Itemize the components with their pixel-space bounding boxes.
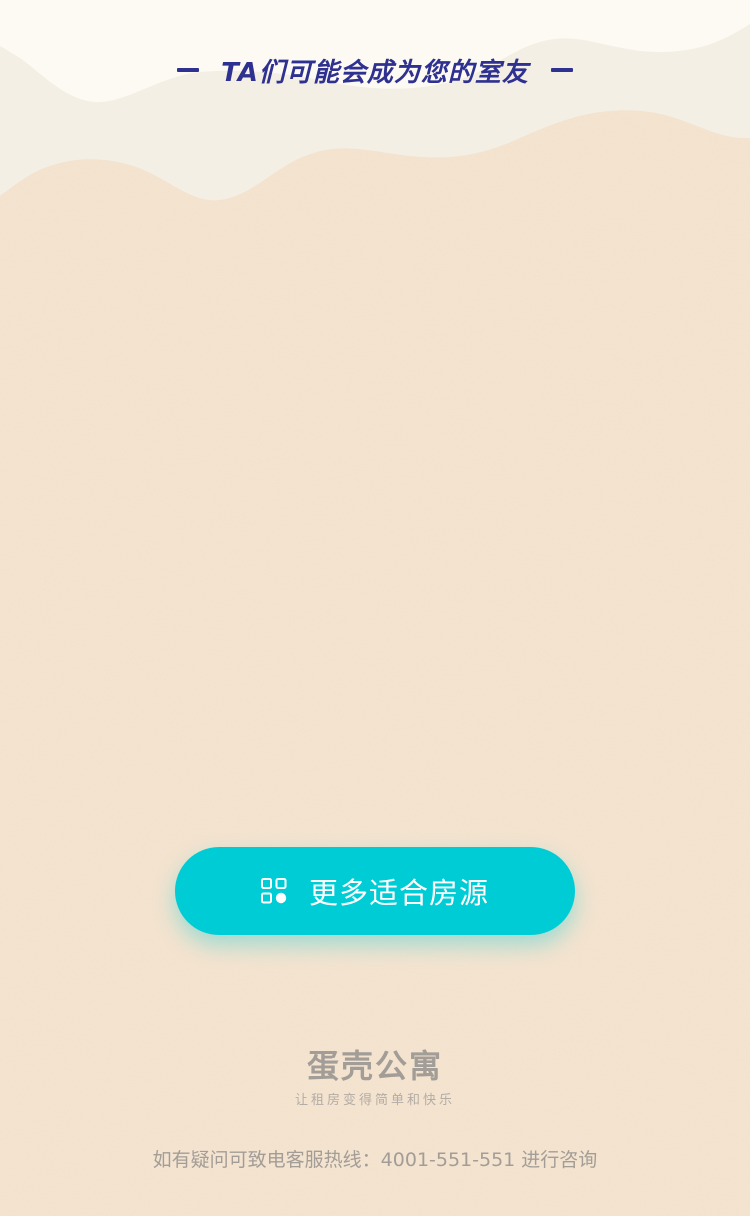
customer-service-hotline: 如有疑问可致电客服热线：4001-551-551 进行咨询 — [152, 1149, 598, 1171]
more-listings-label: 更多适合房源 — [308, 876, 489, 910]
grid-apps-icon — [260, 878, 287, 904]
more-listings-button[interactable]: 更多适合房源 — [175, 847, 575, 935]
title-left-dash — [177, 68, 200, 72]
section-title: TA们可能会成为您的室友 — [0, 50, 750, 90]
background-waves — [0, 0, 750, 1216]
page: TA们可能会成为您的室友 更多适合房源 蛋壳公寓 让租房变得简单和快乐 如有疑问… — [0, 0, 750, 1216]
brand-logo: 蛋壳公寓 让租房变得简单和快乐 — [0, 1046, 750, 1111]
brand-slogan: 让租房变得简单和快乐 — [294, 1093, 455, 1108]
title-right-dash — [550, 68, 573, 72]
page-title: TA们可能会成为您的室友 — [221, 57, 529, 88]
brand-name: 蛋壳公寓 — [306, 1047, 443, 1085]
sand-grain-texture — [0, 0, 750, 1216]
